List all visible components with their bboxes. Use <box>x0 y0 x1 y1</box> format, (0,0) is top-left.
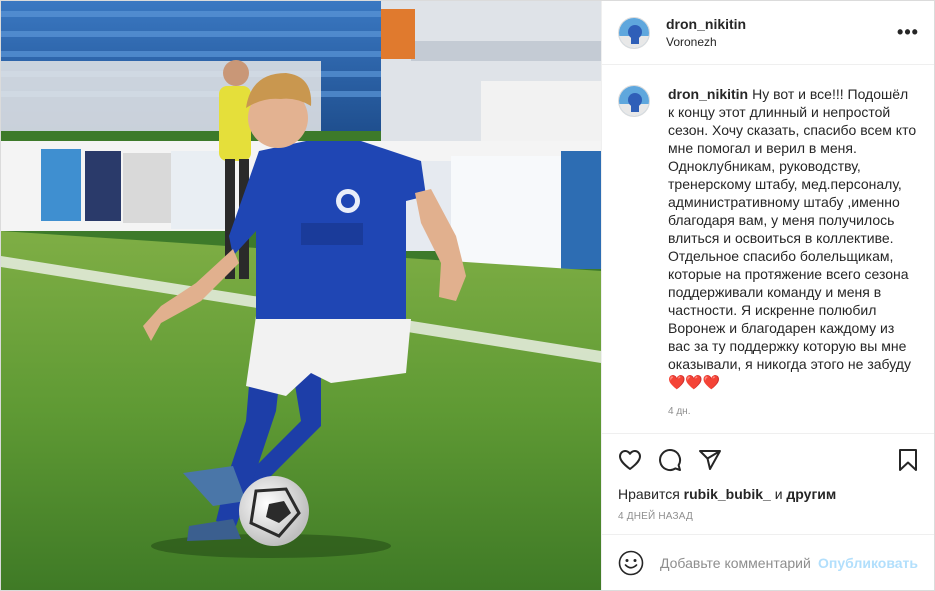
heart-emojis: ❤️❤️❤️ <box>668 374 721 390</box>
add-comment-form: Опубликовать <box>602 534 934 590</box>
heart-icon[interactable] <box>618 448 642 472</box>
post-photo[interactable] <box>1 1 601 590</box>
author-location[interactable]: Voronezh <box>666 33 896 51</box>
caption-username[interactable]: dron_nikitin <box>668 86 748 102</box>
author-username[interactable]: dron_nikitin <box>666 15 896 33</box>
post-date[interactable]: 4 ДНЕЙ НАЗАД <box>602 503 934 534</box>
post-header: dron_nikitin Voronezh ••• <box>602 1 934 65</box>
comment-input[interactable] <box>660 554 811 571</box>
share-icon[interactable] <box>698 448 722 472</box>
likes-others-link[interactable]: другим <box>786 486 836 502</box>
comment-icon[interactable] <box>658 448 682 472</box>
caption-author-avatar[interactable] <box>618 85 650 117</box>
avatar-image <box>619 86 649 116</box>
bookmark-icon[interactable] <box>896 448 920 472</box>
more-options-icon[interactable]: ••• <box>896 22 920 43</box>
post-side-panel: dron_nikitin Voronezh ••• dron_nikitin Ну… <box>601 1 934 590</box>
author-avatar[interactable] <box>618 16 650 49</box>
post-actions <box>602 433 934 485</box>
likes-middle: и <box>774 486 783 502</box>
likes-summary: Нравится rubik_bubik_ и другим <box>602 485 934 503</box>
publish-button[interactable]: Опубликовать <box>818 555 918 571</box>
avatar-image <box>619 17 649 48</box>
caption-comment: dron_nikitin Ну вот и все!!! Подошёл к ко… <box>618 85 918 421</box>
caption-text: Ну вот и все!!! Подошёл к концу этот дли… <box>668 86 917 372</box>
caption-time[interactable]: 4 дн. <box>668 403 918 421</box>
comments-section: dron_nikitin Ну вот и все!!! Подошёл к ко… <box>602 65 934 433</box>
likes-user-link[interactable]: rubik_bubik_ <box>684 486 771 502</box>
smiley-icon[interactable] <box>618 550 644 576</box>
author-info: dron_nikitin Voronezh <box>666 15 896 51</box>
football-player-photo <box>1 1 601 590</box>
caption-body: dron_nikitin Ну вот и все!!! Подошёл к ко… <box>668 85 918 421</box>
likes-prefix: Нравится <box>618 486 680 502</box>
instagram-post: dron_nikitin Voronezh ••• dron_nikitin Ну… <box>0 0 935 591</box>
